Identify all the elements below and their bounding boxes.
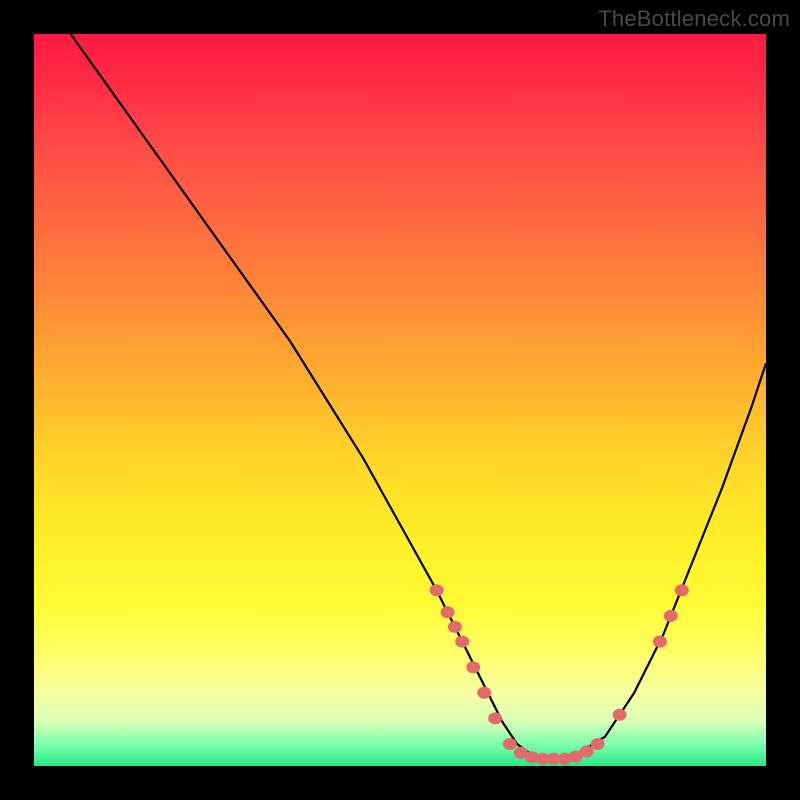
data-marker (653, 636, 667, 648)
data-marker (591, 738, 605, 750)
chart-frame: TheBottleneck.com (0, 0, 800, 800)
data-marker (503, 738, 517, 750)
data-marker (448, 621, 462, 633)
data-marker (441, 606, 455, 618)
data-marker (430, 584, 444, 596)
plot-area (34, 34, 766, 766)
curve-line (71, 34, 766, 759)
data-marker (675, 584, 689, 596)
data-marker (488, 712, 502, 724)
watermark-text: TheBottleneck.com (598, 6, 790, 32)
data-marker (613, 709, 627, 721)
data-marker (455, 636, 469, 648)
markers-group (430, 584, 689, 764)
data-marker (664, 610, 678, 622)
data-marker (466, 661, 480, 673)
data-marker (477, 687, 491, 699)
data-marker (580, 745, 594, 757)
chart-svg (34, 34, 766, 766)
